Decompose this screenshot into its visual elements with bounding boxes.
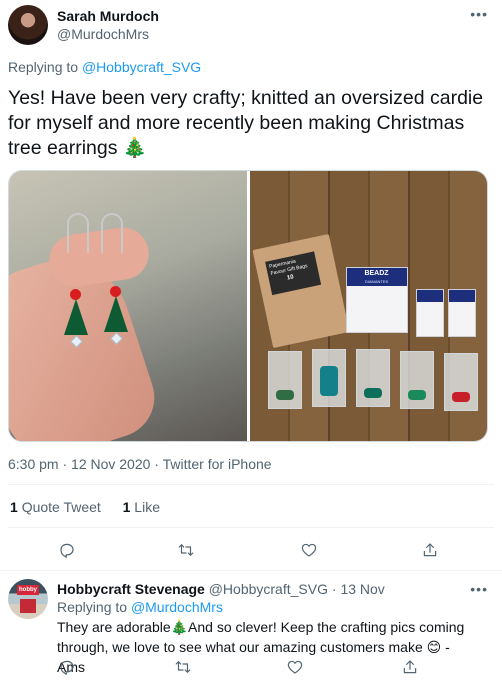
like-label[interactable]: Like [134, 499, 160, 515]
reply-author-avatar[interactable]: hobby [8, 579, 48, 619]
earrings-photo[interactable] [9, 171, 247, 441]
gift-bag: Papermania Favour Gift Bags 10 [251, 233, 350, 349]
earring-hook-left [67, 213, 89, 253]
supplies-photo[interactable]: Papermania Favour Gift Bags 10 BEADZ DIA… [249, 171, 487, 441]
bead-card-small-2-header [448, 290, 475, 302]
author-avatar[interactable] [8, 5, 48, 45]
like-count[interactable]: 1 [123, 499, 131, 515]
reply-share-button[interactable] [398, 656, 422, 678]
reply-header: Hobbycraft Stevenage @Hobbycraft_SVG · 1… [57, 581, 385, 597]
quote-label[interactable]: Quote Tweet [22, 499, 101, 515]
tree-bead-right [104, 296, 128, 332]
bead-card-sub: DIAMANTES [364, 279, 389, 284]
reply-replying-to-line: Replying to @MurdochMrs [57, 599, 223, 615]
share-icon [423, 543, 437, 557]
divider-bottom [0, 570, 502, 571]
retweet-icon [178, 544, 194, 556]
tweet-actions [0, 538, 502, 562]
gift-bag-label: Papermania Favour Gift Bags 10 [264, 251, 321, 296]
replying-prefix: Replying to [8, 59, 82, 75]
quote-count[interactable]: 1 [10, 499, 18, 515]
author-handle[interactable]: @MurdochMrs [57, 26, 149, 42]
reply-like-button[interactable] [283, 656, 307, 678]
author-name[interactable]: Sarah Murdoch [57, 8, 159, 24]
share-button[interactable] [418, 538, 442, 562]
media-grid[interactable]: Papermania Favour Gift Bags 10 BEADZ DIA… [8, 170, 488, 442]
earring-hook-right [101, 213, 123, 253]
reply-button[interactable] [55, 538, 79, 562]
retweet-icon [175, 661, 191, 673]
reply-replying-to-link[interactable]: @MurdochMrs [131, 599, 223, 615]
bead-card-small-2 [447, 289, 476, 337]
bead-card-small-1-header [416, 290, 443, 302]
like-button[interactable] [297, 538, 321, 562]
reply-replying-prefix: Replying to [57, 599, 131, 615]
share-icon [403, 660, 417, 674]
avatar-store-door [20, 599, 36, 613]
reply-actions [0, 656, 502, 678]
like-icon [301, 543, 317, 557]
reply-author-handle[interactable]: @Hobbycraft_SVG [209, 581, 328, 597]
reply-separator: · [327, 581, 341, 597]
finger-shape [45, 224, 153, 290]
like-icon [287, 660, 303, 674]
bead-packet-1 [267, 351, 302, 409]
reply-reply-button[interactable] [55, 656, 79, 678]
retweet-button[interactable] [174, 538, 198, 562]
bead-card-brand: BEADZ [364, 270, 389, 277]
reply-icon [60, 660, 74, 675]
bead-packet-3 [355, 349, 390, 407]
bead-card-small-1 [415, 289, 444, 337]
bead-packet-4 [399, 351, 434, 409]
divider-middle [8, 527, 494, 528]
divider-top [8, 484, 494, 485]
bead-packet-5 [443, 353, 478, 411]
avatar-store-sign: hobby [17, 585, 39, 595]
replying-to-link[interactable]: @Hobbycraft_SVG [82, 59, 201, 75]
bead-card-large: BEADZ DIAMANTES [345, 267, 408, 333]
reply-retweet-button[interactable] [171, 656, 195, 678]
bead-card-header: BEADZ DIAMANTES [346, 268, 407, 286]
bead-packet-2 [311, 349, 346, 407]
tree-bead-left [64, 299, 88, 335]
reply-icon [60, 543, 74, 558]
engagement-stats: 1 Quote Tweet 1 Like [10, 499, 160, 515]
reply-more-options-button[interactable]: ••• [470, 581, 488, 597]
replying-to-line: Replying to @Hobbycraft_SVG [8, 59, 201, 75]
timestamp-line[interactable]: 6:30 pm · 12 Nov 2020 · Twitter for iPho… [8, 456, 272, 472]
reply-author-name[interactable]: Hobbycraft Stevenage [57, 581, 205, 597]
more-options-button[interactable]: ••• [470, 6, 488, 22]
tweet-text: Yes! Have been very crafty; knitted an o… [8, 87, 484, 159]
reply-date[interactable]: 13 Nov [340, 581, 384, 597]
